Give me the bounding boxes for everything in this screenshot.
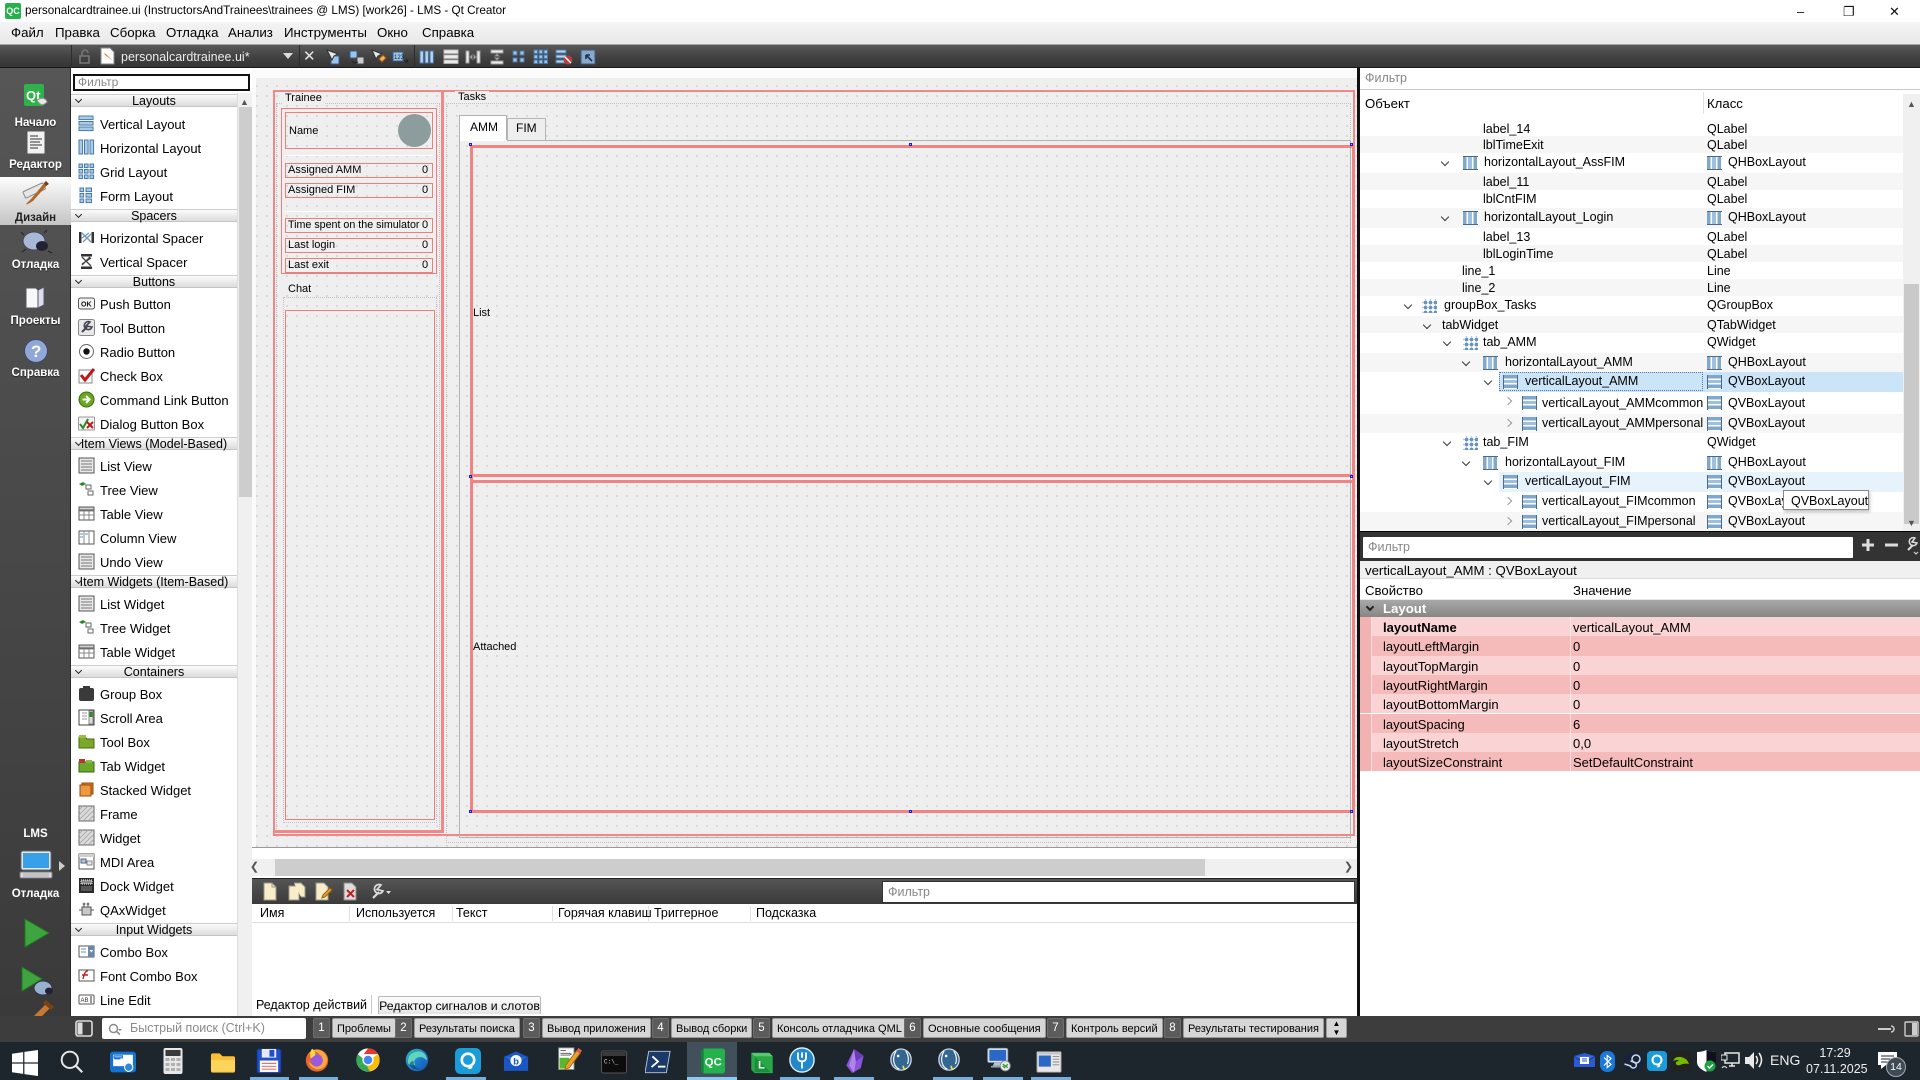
svg-text:123: 123 bbox=[394, 55, 405, 61]
svg-text:OK: OK bbox=[81, 302, 92, 309]
svg-text:L: L bbox=[758, 1060, 765, 1072]
svg-text:b: b bbox=[513, 1056, 519, 1066]
svg-text:C:\_: C:\_ bbox=[604, 1059, 619, 1066]
svg-text:?: ? bbox=[31, 342, 41, 361]
svg-text:AB: AB bbox=[81, 998, 89, 1004]
svg-text:QC: QC bbox=[705, 1057, 722, 1069]
